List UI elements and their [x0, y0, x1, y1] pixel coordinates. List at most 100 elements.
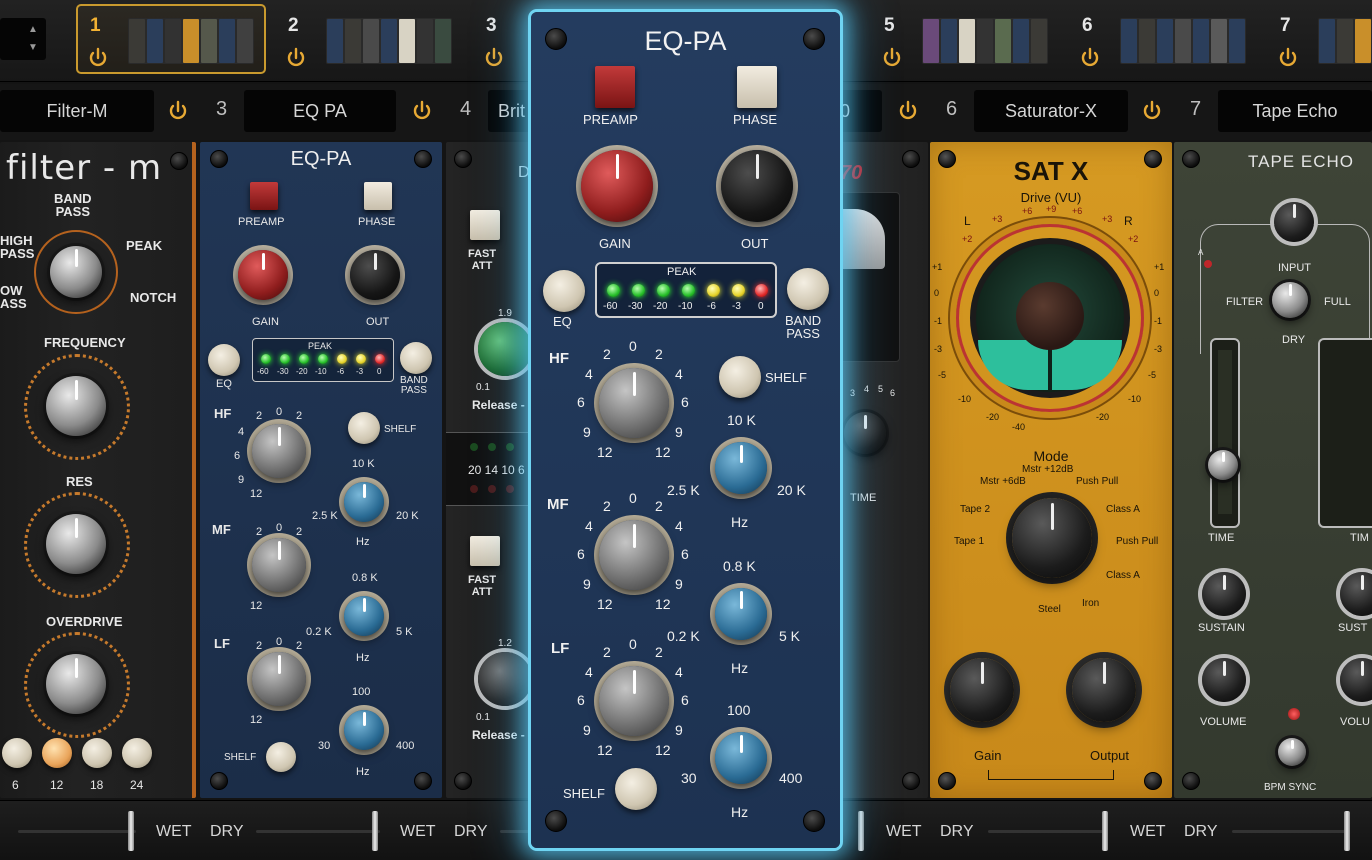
volume-label: VOLU	[1340, 716, 1370, 728]
power-icon[interactable]	[410, 99, 434, 123]
mix-fader-handle[interactable]	[1102, 811, 1108, 851]
power-icon[interactable]	[284, 46, 308, 70]
screw	[414, 772, 432, 790]
band-pass-button[interactable]	[787, 268, 829, 310]
slot-number: 3	[486, 15, 497, 36]
lf-gain-knob[interactable]	[252, 652, 306, 706]
release-knob[interactable]	[478, 322, 532, 376]
phase-button[interactable]	[364, 182, 392, 210]
gain-scale: 6	[577, 546, 585, 562]
time-label: TIME	[1208, 532, 1235, 544]
volume-knob[interactable]	[1202, 658, 1246, 702]
hf-shelf-button[interactable]	[719, 356, 761, 398]
meter-led	[682, 284, 695, 297]
strip-scroll[interactable]: ▲ ▼	[0, 18, 46, 60]
mix-fader-handle[interactable]	[1344, 811, 1350, 851]
gain-knob[interactable]	[581, 150, 653, 222]
power-icon[interactable]	[166, 99, 190, 123]
preamp-button[interactable]	[250, 182, 278, 210]
time-slider[interactable]	[1210, 338, 1240, 528]
chevron-down-icon[interactable]: ▼	[28, 42, 38, 53]
lf-freq-knob[interactable]	[715, 732, 767, 784]
mix-fader-track[interactable]	[988, 830, 1108, 833]
filter-mode-knob[interactable]	[50, 246, 102, 298]
slope-label: 12	[50, 778, 64, 792]
slope-6-button[interactable]	[2, 738, 32, 768]
meter-scale: 0	[377, 367, 382, 376]
module-name[interactable]: Tape Echo	[1218, 90, 1372, 132]
power-icon[interactable]	[896, 99, 920, 123]
out-knob[interactable]	[721, 150, 793, 222]
power-icon[interactable]	[1078, 46, 1102, 70]
filter-toggle[interactable]	[1272, 282, 1308, 318]
time-knob[interactable]	[844, 412, 886, 454]
gain-scale: 9	[675, 722, 683, 738]
gain-knob[interactable]	[950, 658, 1014, 722]
power-icon[interactable]	[1140, 99, 1164, 123]
peak-label: PEAK	[308, 341, 333, 351]
mix-fader-track[interactable]	[256, 830, 380, 833]
slope-12-button[interactable]	[42, 738, 72, 768]
time-slider-handle[interactable]	[1208, 450, 1238, 480]
mix-fader-handle[interactable]	[372, 811, 378, 851]
chevron-up-icon[interactable]: ▲	[28, 24, 38, 35]
mf-freq-knob[interactable]	[344, 596, 384, 636]
power-icon[interactable]	[1276, 46, 1300, 70]
lf-shelf-button[interactable]	[266, 742, 296, 772]
out-knob[interactable]	[350, 250, 400, 300]
mix-fader-track[interactable]	[18, 830, 136, 833]
overdrive-knob[interactable]	[46, 654, 106, 714]
hf-gain-knob[interactable]	[252, 424, 306, 478]
module-name[interactable]: Saturator-X	[974, 90, 1128, 132]
bpm-sync-toggle[interactable]	[1278, 738, 1306, 766]
lf-shelf-button[interactable]	[615, 768, 657, 810]
mf-gain-knob[interactable]	[252, 538, 306, 592]
mf-gain-knob[interactable]	[599, 520, 669, 590]
fast-att-button[interactable]	[470, 210, 500, 240]
hf-freq-knob[interactable]	[344, 482, 384, 522]
preamp-label: PREAMP	[238, 216, 285, 228]
hf-gain-knob[interactable]	[599, 368, 669, 438]
slope-18-button[interactable]	[82, 738, 112, 768]
a-label: A	[1198, 248, 1204, 257]
power-icon[interactable]	[880, 46, 904, 70]
phase-button[interactable]	[737, 66, 777, 108]
mix-fader-track[interactable]	[500, 830, 530, 833]
band-pass-button[interactable]	[400, 342, 432, 374]
slope-24-button[interactable]	[122, 738, 152, 768]
eq-button[interactable]	[543, 270, 585, 312]
mix-fader-handle[interactable]	[128, 811, 134, 851]
module-name[interactable]: EQ PA	[244, 90, 396, 132]
time-slider-2[interactable]	[1318, 338, 1372, 528]
hf-freq-label: 10 K	[727, 412, 756, 428]
input-knob[interactable]	[1274, 202, 1314, 242]
module-name[interactable]: Filter-M	[0, 90, 154, 132]
mix-fader-track[interactable]	[1232, 830, 1350, 833]
hz-label: Hz	[731, 660, 749, 676]
sustain-knob-2[interactable]	[1340, 572, 1372, 616]
hf-shelf-button[interactable]	[348, 412, 380, 444]
release-scale: 0.1	[476, 712, 490, 723]
vu-scale: +6	[1072, 206, 1083, 216]
volume-knob-2[interactable]	[1340, 658, 1372, 702]
power-icon[interactable]	[482, 46, 506, 70]
lf-gain-knob[interactable]	[599, 666, 669, 736]
mode-knob[interactable]	[1012, 498, 1092, 578]
fast-att-button[interactable]	[470, 536, 500, 566]
mix-fader-handle[interactable]	[858, 811, 864, 851]
frequency-knob[interactable]	[46, 376, 106, 436]
hf-freq-label: 20 K	[777, 482, 806, 498]
res-knob[interactable]	[46, 514, 106, 574]
meter-led	[632, 284, 645, 297]
lf-freq-knob[interactable]	[344, 710, 384, 750]
power-icon[interactable]	[86, 46, 110, 70]
release-knob[interactable]	[478, 652, 532, 706]
sustain-knob[interactable]	[1202, 572, 1246, 616]
mf-freq-knob[interactable]	[715, 588, 767, 640]
bpm-sync-led	[1288, 708, 1300, 720]
gain-knob[interactable]	[238, 250, 288, 300]
eq-button[interactable]	[208, 344, 240, 376]
hf-freq-knob[interactable]	[715, 442, 767, 494]
output-knob[interactable]	[1072, 658, 1136, 722]
preamp-button[interactable]	[595, 66, 635, 108]
